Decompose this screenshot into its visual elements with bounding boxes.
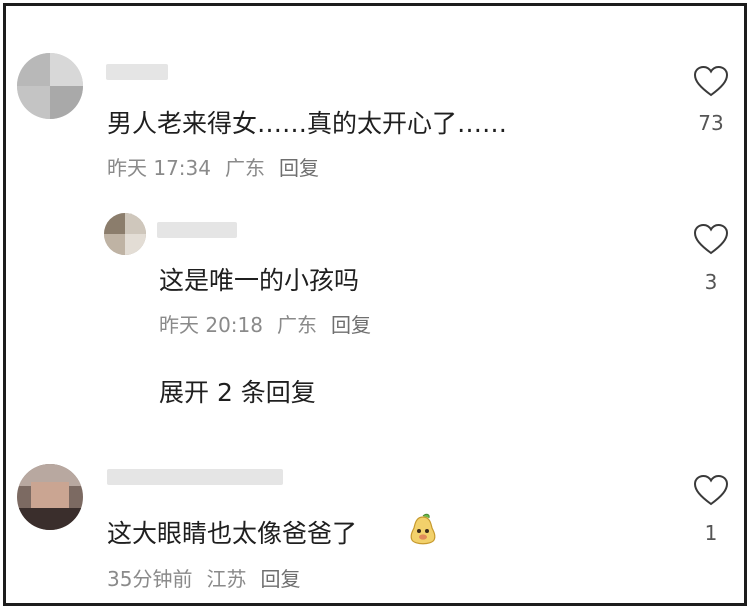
username-blurred[interactable]	[157, 222, 237, 238]
comment-location: 广东	[225, 156, 265, 180]
reply-button[interactable]: 回复	[279, 156, 319, 180]
heart-outline-icon[interactable]	[693, 65, 729, 97]
comment-location: 广东	[277, 313, 317, 337]
comment-meta: 昨天 17:34 广东 回复	[107, 152, 333, 181]
reply-button[interactable]: 回复	[260, 567, 300, 591]
comment-meta: 35分钟前 江苏 回复	[107, 563, 314, 592]
username-blurred[interactable]	[107, 469, 283, 485]
like-count: 73	[698, 111, 724, 135]
comment-location: 江苏	[206, 567, 247, 591]
like-count: 1	[704, 521, 718, 545]
comment-time: 35分钟前	[107, 567, 193, 591]
reply-button[interactable]: 回复	[331, 313, 371, 337]
pear-face-emoji-icon	[410, 513, 436, 545]
comment-text: 男人老来得女……真的太开心了……	[107, 109, 508, 138]
avatar[interactable]	[17, 53, 83, 119]
comment-text: 这是唯一的小孩吗	[159, 266, 360, 295]
heart-outline-icon[interactable]	[693, 474, 729, 506]
avatar[interactable]	[104, 213, 146, 255]
username-blurred[interactable]	[106, 64, 168, 80]
comment-text: 这大眼睛也太像爸爸了	[107, 519, 358, 548]
comment-panel: 男人老来得女……真的太开心了…… 昨天 17:34 广东 回复 73 这是唯一的小孩…	[3, 3, 747, 606]
expand-replies-button[interactable]: 展开 2 条回复	[159, 373, 316, 409]
comment-meta: 昨天 20:18 广东 回复	[159, 309, 385, 338]
comment-time: 昨天 20:18	[159, 313, 263, 337]
heart-outline-icon[interactable]	[693, 223, 729, 255]
like-count: 3	[704, 270, 718, 294]
comment-time: 昨天 17:34	[107, 156, 211, 180]
avatar[interactable]	[17, 464, 83, 530]
